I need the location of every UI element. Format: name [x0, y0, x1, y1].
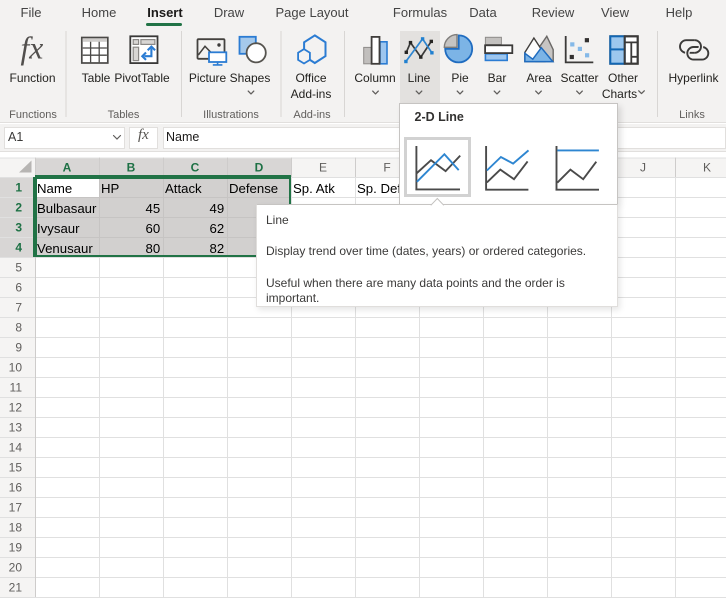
svg-text:Venusaur: Venusaur	[37, 241, 93, 256]
svg-text:A: A	[63, 161, 72, 175]
svg-text:2: 2	[15, 201, 22, 215]
svg-text:F: F	[383, 161, 390, 175]
svg-text:45: 45	[146, 201, 161, 216]
svg-text:D: D	[255, 161, 264, 175]
svg-text:E: E	[319, 161, 327, 175]
svg-text:49: 49	[210, 201, 225, 216]
svg-text:fx: fx	[21, 31, 44, 66]
svg-text:7: 7	[15, 301, 22, 315]
svg-text:Bulbasaur: Bulbasaur	[37, 201, 97, 216]
svg-text:21: 21	[9, 581, 23, 595]
svg-text:20: 20	[9, 561, 23, 575]
svg-text:1: 1	[15, 181, 22, 195]
svg-text:14: 14	[9, 441, 23, 455]
svg-text:9: 9	[15, 341, 22, 355]
svg-text:10: 10	[9, 361, 23, 375]
svg-text:18: 18	[9, 521, 23, 535]
svg-text:16: 16	[9, 481, 23, 495]
svg-text:Ivysaur: Ivysaur	[37, 221, 80, 236]
svg-text:3: 3	[15, 221, 22, 235]
svg-text:5: 5	[15, 261, 22, 275]
svg-text:J: J	[640, 161, 646, 175]
svg-text:60: 60	[146, 221, 161, 236]
svg-text:Defense: Defense	[229, 181, 278, 196]
svg-text:15: 15	[9, 461, 23, 475]
svg-text:Attack: Attack	[165, 181, 202, 196]
svg-text:K: K	[703, 161, 711, 175]
svg-text:C: C	[191, 161, 200, 175]
svg-text:8: 8	[15, 321, 22, 335]
svg-text:Sp. Atk: Sp. Atk	[293, 181, 335, 196]
svg-text:17: 17	[9, 501, 23, 515]
svg-text:6: 6	[15, 281, 22, 295]
svg-text:4: 4	[15, 241, 22, 255]
svg-text:19: 19	[9, 541, 23, 555]
svg-text:Name: Name	[37, 181, 72, 196]
svg-text:HP: HP	[101, 181, 120, 196]
svg-text:12: 12	[9, 401, 23, 415]
svg-text:82: 82	[210, 241, 225, 256]
svg-text:13: 13	[9, 421, 23, 435]
svg-text:11: 11	[10, 381, 23, 395]
svg-text:Sp. Def: Sp. Def	[357, 181, 401, 196]
svg-text:80: 80	[146, 241, 161, 256]
svg-text:62: 62	[210, 221, 225, 236]
svg-text:B: B	[127, 161, 136, 175]
